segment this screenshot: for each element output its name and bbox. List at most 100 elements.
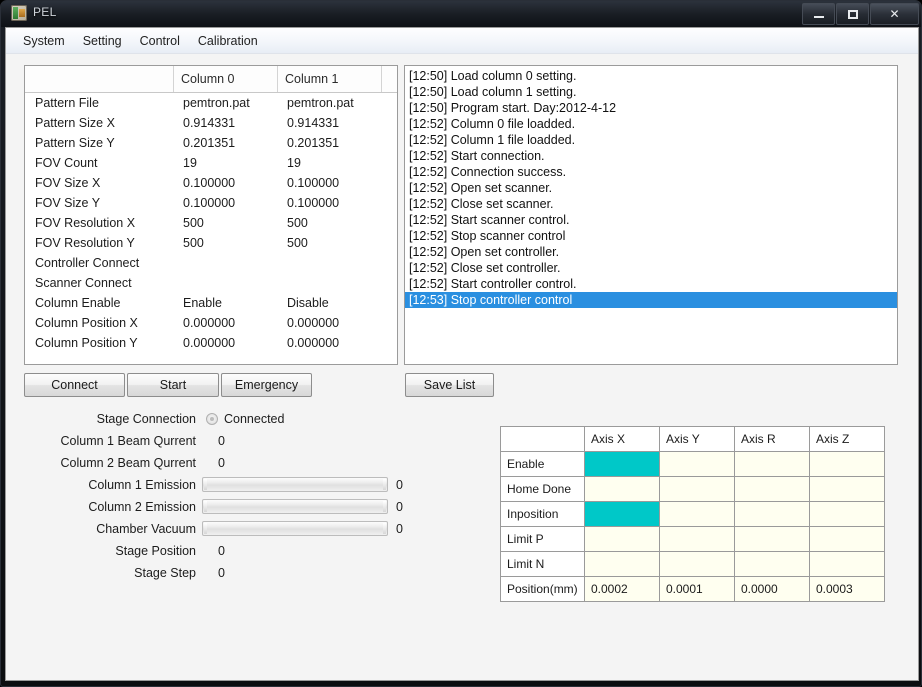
row-label: FOV Count [35, 156, 98, 170]
table-row[interactable]: Column Position X 0.000000 0.000000 [25, 313, 397, 333]
row-label: Column Position X [35, 316, 138, 330]
table-row[interactable]: Pattern File pemtron.pat pemtron.pat [25, 93, 397, 113]
row-value-column0: pemtron.pat [183, 96, 250, 110]
table-row[interactable]: Column Enable Enable Disable [25, 293, 397, 313]
log-entry[interactable]: [12:52] Column 0 file loadded. [405, 116, 897, 132]
close-icon: ✕ [889, 7, 900, 21]
axis-cell-homedone-x [584, 476, 660, 502]
log-entry[interactable]: [12:50] Program start. Day:2012-4-12 [405, 100, 897, 116]
maximize-button[interactable] [836, 3, 869, 25]
title-bar: PEL ✕ [1, 1, 921, 27]
emergency-button[interactable]: Emergency [221, 373, 312, 397]
axis-row-limit-n: Limit N [500, 551, 885, 577]
menu-item-control[interactable]: Control [131, 31, 189, 51]
log-entry-selected[interactable]: [12:53] Stop controller control [405, 292, 897, 308]
save-list-button[interactable]: Save List [405, 373, 494, 397]
table-row[interactable]: Column Position Y 0.000000 0.000000 [25, 333, 397, 353]
axis-cell-enable-r [734, 451, 810, 477]
table-row[interactable]: Controller Connect [25, 253, 397, 273]
axis-row-position: Position(mm) 0.0002 0.0001 0.0000 0.0003 [500, 576, 885, 602]
status-label: Column 2 Beam Qurrent [60, 456, 196, 470]
table-row[interactable]: FOV Resolution Y 500 500 [25, 233, 397, 253]
row-value-column1: 500 [287, 216, 308, 230]
row-value-column1: 500 [287, 236, 308, 250]
log-entry[interactable]: [12:52] Close set controller. [405, 260, 897, 276]
status-value: 0 [218, 566, 225, 580]
menu-item-calibration[interactable]: Calibration [189, 31, 267, 51]
axis-cell-inposition-r [734, 501, 810, 527]
row-label: FOV Size X [35, 176, 101, 190]
column-header-extra [381, 66, 397, 92]
axis-status-table: Axis X Axis Y Axis R Axis Z Enable Home … [500, 426, 885, 602]
table-row[interactable]: FOV Size Y 0.100000 0.100000 [25, 193, 397, 213]
table-row[interactable]: FOV Size X 0.100000 0.100000 [25, 173, 397, 193]
log-entry[interactable]: [12:52] Open set scanner. [405, 180, 897, 196]
axis-row-label: Home Done [500, 476, 585, 502]
log-entry[interactable]: [12:50] Load column 0 setting. [405, 68, 897, 84]
row-value-column1: 0.100000 [287, 176, 340, 190]
application-window: PEL ✕ System Setting Control Calibration [0, 0, 922, 687]
start-button[interactable]: Start [127, 373, 219, 397]
axis-cell-position-x: 0.0002 [584, 576, 660, 602]
row-value-column0: 19 [183, 156, 197, 170]
status-value: 0 [396, 522, 403, 536]
menu-item-system[interactable]: System [14, 31, 74, 51]
axis-row-limit-p: Limit P [500, 526, 885, 552]
column-header-blank [25, 66, 173, 92]
column-header-column0[interactable]: Column 0 [173, 66, 277, 92]
axis-cell-homedone-z [809, 476, 885, 502]
axis-row-label: Limit N [500, 551, 585, 577]
log-entry[interactable]: [12:52] Start controller control. [405, 276, 897, 292]
axis-cell-enable-y [659, 451, 735, 477]
client-area: System Setting Control Calibration Colum… [5, 27, 919, 681]
row-value-column1: 0.100000 [287, 196, 340, 210]
log-entry[interactable]: [12:52] Connection success. [405, 164, 897, 180]
log-entry[interactable]: [12:50] Load column 1 setting. [405, 84, 897, 100]
axis-cell-limitn-y [659, 551, 735, 577]
axis-cell-limitp-y [659, 526, 735, 552]
axis-table-header-row: Axis X Axis Y Axis R Axis Z [500, 426, 885, 452]
status-value: 0 [396, 500, 403, 514]
table-row[interactable]: Scanner Connect [25, 273, 397, 293]
axis-cell-limitn-z [809, 551, 885, 577]
log-entry[interactable]: [12:52] Close set scanner. [405, 196, 897, 212]
log-list[interactable]: [12:50] Load column 0 setting. [12:50] L… [404, 65, 898, 365]
axis-row-label: Enable [500, 451, 585, 477]
table-row[interactable]: Pattern Size Y 0.201351 0.201351 [25, 133, 397, 153]
axis-row-enable: Enable [500, 451, 885, 477]
row-value-column0: 0.000000 [183, 336, 236, 350]
menu-item-setting[interactable]: Setting [74, 31, 131, 51]
log-entry[interactable]: [12:52] Stop scanner control [405, 228, 897, 244]
axis-cell-inposition-x [584, 501, 660, 527]
log-entry[interactable]: [12:52] Start scanner control. [405, 212, 897, 228]
axis-cell-limitn-x [584, 551, 660, 577]
log-entry[interactable]: [12:52] Start connection. [405, 148, 897, 164]
status-label: Stage Connection [96, 412, 196, 426]
axis-cell-position-r: 0.0000 [734, 576, 810, 602]
radio-indicator-icon[interactable] [206, 413, 218, 425]
row-label: Pattern File [35, 96, 99, 110]
table-row[interactable]: FOV Count 19 19 [25, 153, 397, 173]
log-entry[interactable]: [12:52] Open set controller. [405, 244, 897, 260]
status-label: Stage Position [115, 544, 196, 558]
connect-button[interactable]: Connect [24, 373, 125, 397]
axis-header-x: Axis X [584, 426, 660, 452]
log-entry[interactable]: [12:52] Column 1 file loadded. [405, 132, 897, 148]
column-table-body: Pattern File pemtron.pat pemtron.pat Pat… [25, 93, 397, 353]
row-label: Controller Connect [35, 256, 140, 270]
column-header-column1[interactable]: Column 1 [277, 66, 381, 92]
status-label: Column 1 Emission [88, 478, 196, 492]
axis-row-label: Limit P [500, 526, 585, 552]
axis-header-blank [500, 426, 585, 452]
maximize-icon [837, 4, 868, 24]
close-button[interactable]: ✕ [870, 3, 919, 25]
menu-bar: System Setting Control Calibration [6, 28, 918, 54]
axis-cell-limitn-r [734, 551, 810, 577]
status-value: 0 [218, 456, 225, 470]
row-label: FOV Size Y [35, 196, 101, 210]
row-label: FOV Resolution Y [35, 236, 135, 250]
table-row[interactable]: FOV Resolution X 500 500 [25, 213, 397, 233]
status-value: Connected [224, 412, 285, 426]
table-row[interactable]: Pattern Size X 0.914331 0.914331 [25, 113, 397, 133]
minimize-button[interactable] [802, 3, 835, 25]
